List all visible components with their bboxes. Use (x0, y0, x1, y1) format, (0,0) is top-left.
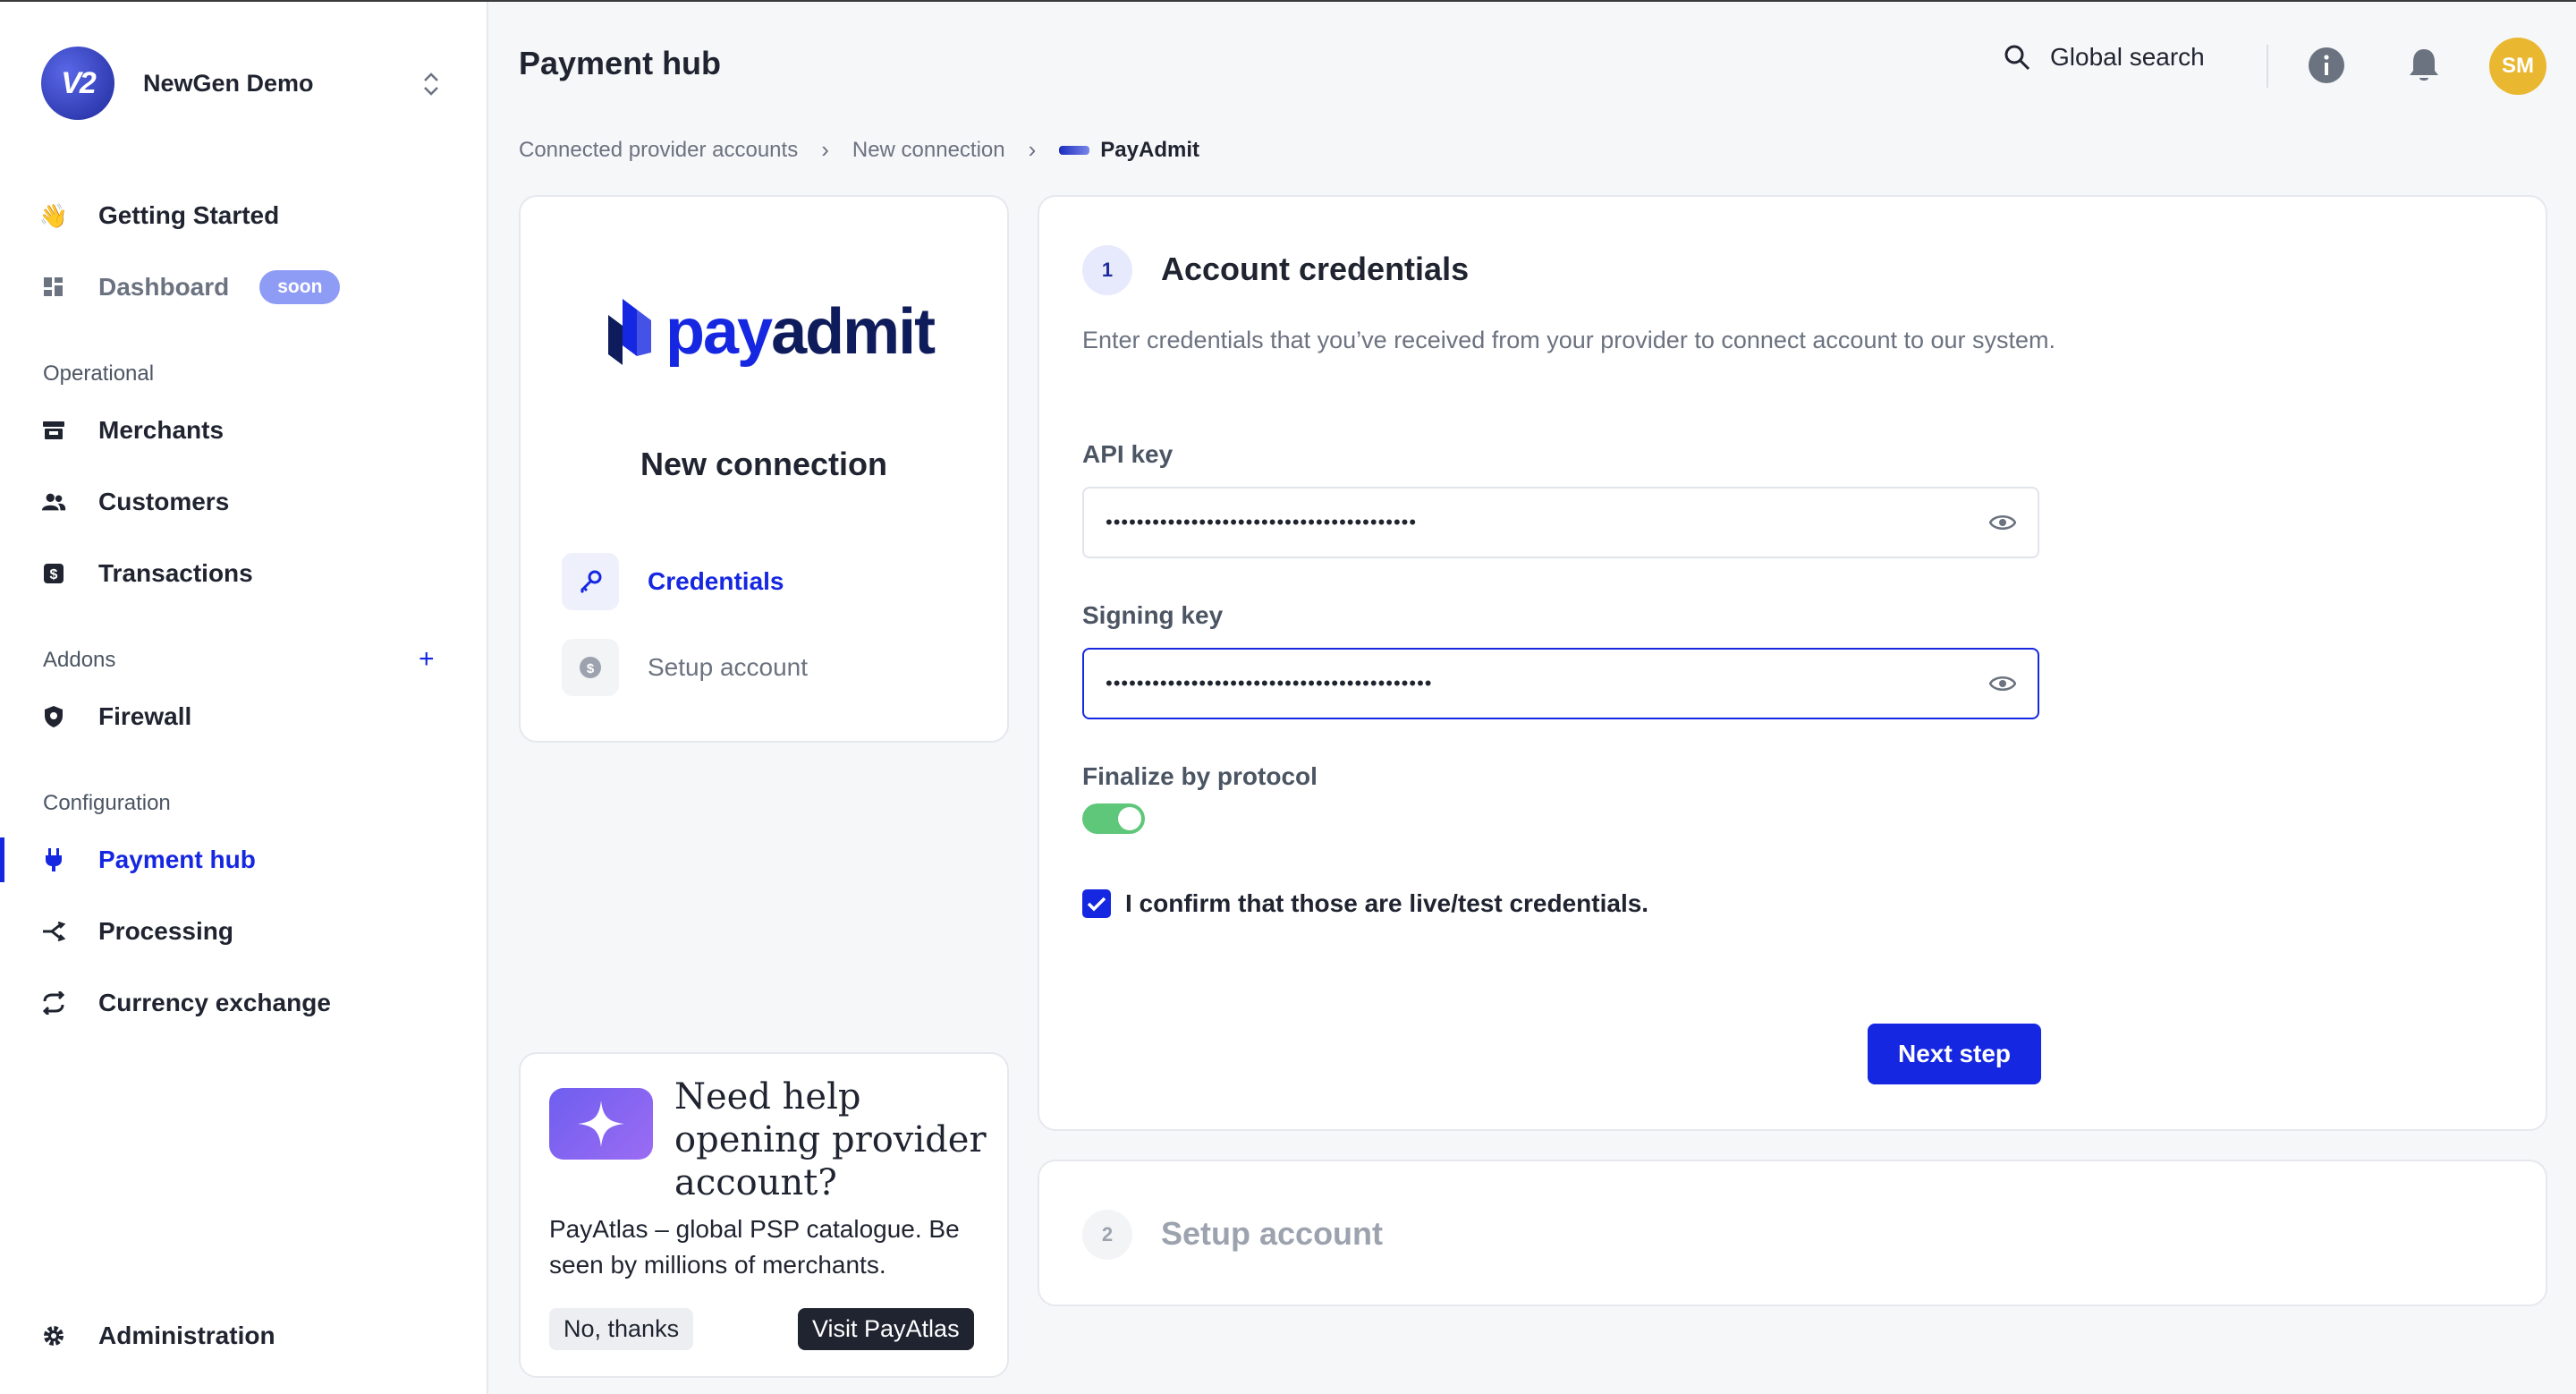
confirm-row[interactable]: I confirm that those are live/test crede… (1082, 889, 1648, 918)
store-icon (41, 418, 66, 443)
connection-title: New connection (640, 446, 888, 482)
sparkle-icon (549, 1088, 653, 1160)
chevron-updown-icon[interactable] (420, 68, 442, 100)
sidebar-item-label: Transactions (98, 559, 253, 587)
sidebar-item-label: Payment hub (98, 846, 256, 873)
active-indicator (0, 837, 4, 882)
sidebar-item-label: Customers (98, 488, 230, 515)
credentials-card: 1 Account credentials Enter credentials … (1038, 195, 2547, 1131)
global-search-label: Global search (2050, 43, 2205, 71)
brand-part-2: admit (771, 296, 936, 368)
confirm-label: I confirm that those are live/test crede… (1125, 889, 1649, 917)
payadmit-mini-logo (1059, 145, 1090, 155)
bell-icon[interactable] (2406, 47, 2442, 84)
breadcrumb-item[interactable]: Connected provider accounts (519, 138, 798, 163)
sidebar-item-firewall[interactable]: Firewall (41, 694, 191, 739)
signing-key-field[interactable]: ••••••••••••••••••••••••••••••••••••••••… (1082, 648, 2039, 719)
section-title-configuration: Configuration (43, 791, 171, 815)
plug-icon (41, 847, 66, 872)
chevron-right-icon: › (1028, 136, 1037, 163)
sidebar-item-merchants[interactable]: Merchants (41, 408, 224, 453)
payadmit-logo-mark (608, 299, 651, 365)
org-name: NewGen Demo (143, 69, 314, 97)
sidebar-item-payment-hub[interactable]: Payment hub (41, 837, 256, 882)
key-icon (562, 553, 619, 610)
step-credentials[interactable]: Credentials (562, 553, 784, 610)
section-title: Account credentials (1161, 251, 1470, 287)
signing-key-value: ••••••••••••••••••••••••••••••••••••••••… (1106, 672, 1433, 694)
add-addon-button[interactable]: + (419, 644, 435, 675)
sidebar-item-processing[interactable]: Processing (41, 909, 233, 954)
provider-card: payadmit New connection Credentials $ Se… (519, 195, 1009, 743)
signing-key-label: Signing key (1082, 601, 1224, 629)
no-thanks-button[interactable]: No, thanks (549, 1308, 694, 1350)
sidebar-item-label: Currency exchange (98, 989, 331, 1016)
info-icon[interactable] (2308, 47, 2345, 84)
sidebar-item-getting-started[interactable]: 👋 Getting Started (38, 193, 280, 238)
sidebar-item-customers[interactable]: Customers (41, 480, 229, 524)
dollar-square-icon: $ (41, 561, 66, 586)
sidebar-item-currency-exchange[interactable]: Currency exchange (41, 981, 331, 1025)
breadcrumb-item[interactable]: New connection (852, 138, 1005, 163)
section-title: Setup account (1161, 1215, 1384, 1252)
visit-payatlas-button[interactable]: Visit PayAtlas (798, 1308, 974, 1350)
sidebar-item-label: Merchants (98, 416, 225, 444)
dollar-circle-icon: $ (562, 639, 619, 696)
sidebar: V2 NewGen Demo 👋 Getting Started Dashboa… (0, 2, 488, 1394)
breadcrumb-current: PayAdmit (1100, 137, 1199, 162)
api-key-field[interactable]: •••••••••••••••••••••••••••••••••••••••• (1082, 487, 2039, 558)
org-switcher[interactable]: V2 NewGen Demo (41, 47, 314, 120)
chevron-right-icon: › (821, 136, 829, 163)
gear-icon (41, 1323, 66, 1348)
dashboard-icon (41, 275, 66, 300)
sidebar-item-label: Processing (98, 917, 233, 945)
step-setup-account[interactable]: $ Setup account (562, 639, 808, 696)
sidebar-item-administration[interactable]: Administration (41, 1313, 275, 1358)
finalize-label: Finalize by protocol (1082, 762, 1318, 790)
brand-part-1: pay (665, 296, 773, 368)
svg-text:$: $ (587, 661, 595, 676)
help-title: Need help opening provider account? (674, 1076, 987, 1203)
finalize-toggle[interactable] (1082, 803, 1145, 834)
step-label: Setup account (648, 653, 809, 681)
soon-badge: soon (259, 270, 341, 304)
step-number: 1 (1082, 245, 1132, 295)
step-number: 2 (1082, 1210, 1132, 1260)
svg-text:$: $ (50, 567, 58, 582)
org-logo: V2 (41, 47, 114, 120)
setup-account-card[interactable]: 2 Setup account (1038, 1160, 2547, 1306)
confirm-checkbox[interactable] (1082, 889, 1111, 918)
eye-icon[interactable] (1989, 513, 2016, 532)
avatar[interactable]: SM (2489, 38, 2546, 95)
search-icon (2004, 45, 2030, 71)
api-key-value: •••••••••••••••••••••••••••••••••••••••• (1106, 511, 1418, 533)
sidebar-item-label: Firewall (98, 702, 192, 730)
section-title-operational: Operational (43, 361, 155, 386)
exchange-icon (41, 990, 66, 1016)
breadcrumb: Connected provider accounts › New connec… (519, 136, 1199, 164)
header-divider (2267, 45, 2268, 88)
page-title: Payment hub (519, 45, 722, 81)
api-key-label: API key (1082, 440, 1174, 468)
eye-icon[interactable] (1989, 674, 2016, 693)
help-card: Need help opening provider account? PayA… (519, 1052, 1009, 1378)
waving-hand-icon: 👋 (38, 201, 69, 229)
global-search[interactable]: Global search (2004, 43, 2205, 72)
sidebar-item-label: Administration (98, 1322, 275, 1349)
shield-icon (41, 704, 66, 729)
description: Enter credentials that you’ve received f… (1082, 327, 2056, 353)
payadmit-logo: payadmit (606, 295, 936, 369)
help-text: PayAtlas – global PSP catalogue. Be seen… (549, 1215, 960, 1279)
sidebar-item-dashboard[interactable]: Dashboard soon (41, 265, 341, 310)
next-step-button[interactable]: Next step (1868, 1024, 2041, 1084)
sidebar-item-transactions[interactable]: $ Transactions (41, 551, 253, 596)
processing-icon (41, 919, 66, 944)
step-label: Credentials (648, 567, 784, 595)
sidebar-item-label: Getting Started (98, 201, 280, 229)
section-title-addons: Addons (43, 648, 116, 672)
sidebar-item-label: Dashboard (98, 273, 230, 301)
users-icon (41, 489, 66, 514)
